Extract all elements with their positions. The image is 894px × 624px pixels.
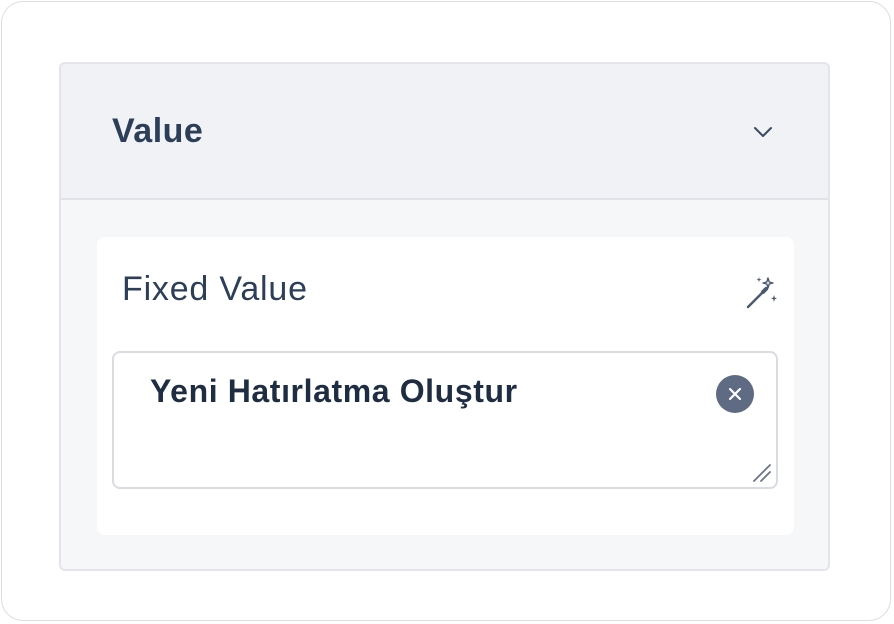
section-title: Value <box>112 112 204 150</box>
value-section-header[interactable]: Value <box>61 64 828 200</box>
textarea-value[interactable]: Yeni Hatırlatma Oluştur <box>150 373 518 410</box>
dialog-frame: Value Fixed Value Yeni Hatırlatma Oluştu… <box>1 1 891 621</box>
fixed-value-textarea[interactable]: Yeni Hatırlatma Oluştur <box>112 351 778 489</box>
fixed-value-card: Fixed Value Yeni Hatırlatma Oluştur <box>97 237 794 535</box>
magic-wand-icon[interactable] <box>744 275 780 311</box>
chevron-down-icon[interactable] <box>751 122 775 142</box>
field-label: Fixed Value <box>122 270 308 308</box>
resize-handle-icon[interactable] <box>750 461 772 483</box>
value-panel: Value Fixed Value Yeni Hatırlatma Oluştu… <box>59 62 830 571</box>
clear-button[interactable] <box>716 375 754 413</box>
close-icon <box>728 387 742 401</box>
